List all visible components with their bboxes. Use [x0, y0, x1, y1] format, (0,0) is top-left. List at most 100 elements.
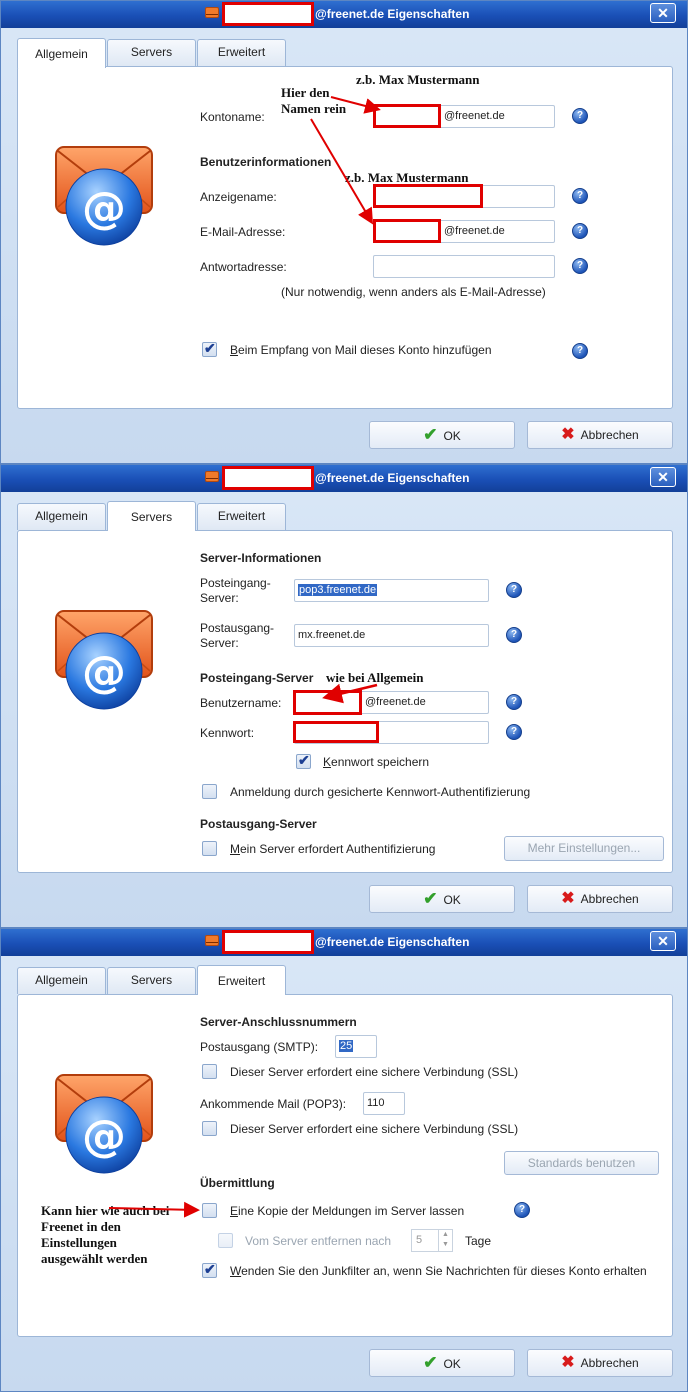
junk-filter-label: Wenden Sie den Junkfilter an, wenn Sie N… — [230, 1264, 647, 1278]
tab-erweitert[interactable]: Erweitert — [197, 503, 286, 530]
checkmark-icon: ✔ — [423, 889, 438, 908]
tab-erweitert[interactable]: Erweitert — [197, 39, 286, 66]
help-icon[interactable]: ? — [506, 694, 522, 710]
mail-envelope-icon — [205, 7, 219, 18]
use-defaults-button[interactable]: Standards benutzen — [504, 1151, 659, 1175]
incoming-server-label: Posteingang-Server: — [200, 576, 271, 605]
ok-button[interactable]: ✔ OK — [369, 1349, 515, 1377]
smtp-auth-label: Mein Server erfordert Authentifizierung — [230, 842, 436, 856]
more-settings-button[interactable]: Mehr Einstellungen... — [504, 836, 664, 861]
remove-after-label: Vom Server entfernen nach — [245, 1234, 392, 1248]
spinner-arrows-icon[interactable]: ▲ ▼ — [438, 1230, 452, 1251]
mail-envelope-icon — [205, 471, 219, 482]
help-icon[interactable]: ? — [506, 627, 522, 643]
annotation-example-name-1: z.b. Max Mustermann — [356, 72, 480, 87]
redacted-email-box — [373, 219, 441, 243]
close-button[interactable]: ✕ — [650, 467, 676, 487]
leave-copy-label: Eine Kopie der Meldungen im Server lasse… — [230, 1204, 465, 1218]
cross-icon: ✖ — [561, 1354, 575, 1371]
reply-address-field[interactable] — [373, 255, 555, 278]
cancel-button[interactable]: ✖ Abbrechen — [527, 421, 673, 449]
delivery-heading: Übermittlung — [200, 1176, 275, 1190]
annotation-can-select-here: Kann hier wie auch bei Freenet in den Ei… — [41, 1203, 170, 1266]
tab-erweitert[interactable]: Erweitert — [197, 965, 286, 995]
outgoing-server-field[interactable]: mx.freenet.de — [294, 624, 489, 647]
remove-after-days-spinner[interactable]: 5 ▲ ▼ — [411, 1229, 453, 1252]
redacted-display-name-box — [373, 184, 483, 208]
redacted-account-name — [222, 2, 314, 26]
help-icon[interactable]: ? — [514, 1202, 530, 1218]
mail-account-icon — [48, 605, 158, 715]
help-icon[interactable]: ? — [572, 223, 588, 239]
ok-button[interactable]: ✔ OK — [369, 421, 515, 449]
email-label: E-Mail-Adresse: — [200, 225, 286, 239]
window-title: @freenet.de Eigenschaften — [315, 935, 470, 949]
cancel-button[interactable]: ✖ Abbrechen — [527, 885, 673, 913]
reply-address-hint: (Nur notwendig, wenn anders als E-Mail-A… — [281, 285, 546, 299]
remember-password-checkbox[interactable] — [296, 752, 311, 769]
spa-checkbox[interactable] — [202, 784, 217, 799]
checkmark-icon: ✔ — [423, 1353, 438, 1372]
tab-allgemein[interactable]: Allgemein — [17, 38, 106, 68]
titlebar[interactable]: @freenet.de Eigenschaften ✕ — [1, 929, 687, 956]
smtp-auth-checkbox[interactable] — [202, 841, 217, 856]
incoming-server-field[interactable]: pop3.freenet.de — [294, 579, 489, 602]
titlebar[interactable]: @freenet.de Eigenschaften ✕ — [1, 465, 687, 492]
redacted-account-name — [222, 930, 314, 954]
mail-account-icon — [48, 1069, 158, 1179]
reply-address-label: Antwortadresse: — [200, 260, 287, 274]
redacted-username-box — [293, 690, 362, 715]
checkmark-icon: ✔ — [423, 425, 438, 444]
close-button[interactable]: ✕ — [650, 3, 676, 23]
ok-button[interactable]: ✔ OK — [369, 885, 515, 913]
dialog-servers: @freenet.de Eigenschaften ✕ Allgemein Se… — [0, 464, 688, 928]
tab-allgemein[interactable]: Allgemein — [17, 503, 106, 530]
cancel-button[interactable]: ✖ Abbrechen — [527, 1349, 673, 1377]
spa-label: Anmeldung durch gesicherte Kennwort-Auth… — [230, 785, 531, 799]
pop3-ssl-checkbox[interactable] — [202, 1121, 217, 1136]
cross-icon: ✖ — [561, 890, 575, 907]
remove-after-checkbox[interactable] — [218, 1233, 233, 1248]
outgoing-server-heading: Postausgang-Server — [200, 817, 317, 831]
include-account-checkbox[interactable] — [202, 340, 217, 357]
close-button[interactable]: ✕ — [650, 931, 676, 951]
pop3-port-label: Ankommende Mail (POP3): — [200, 1097, 347, 1111]
annotation-example-name-2: z.b. Max Mustermann — [345, 170, 469, 185]
username-label: Benutzername: — [200, 696, 282, 710]
help-icon[interactable]: ? — [506, 724, 522, 740]
junk-filter-checkbox[interactable] — [202, 1261, 217, 1278]
smtp-ssl-label: Dieser Server erfordert eine sichere Ver… — [230, 1065, 519, 1079]
window-title: @freenet.de Eigenschaften — [315, 7, 470, 21]
leave-copy-checkbox[interactable] — [202, 1203, 217, 1218]
smtp-ssl-checkbox[interactable] — [202, 1064, 217, 1079]
help-icon[interactable]: ? — [506, 582, 522, 598]
help-icon[interactable]: ? — [572, 343, 588, 359]
cross-icon: ✖ — [561, 426, 575, 443]
window-title: @freenet.de Eigenschaften — [315, 471, 470, 485]
display-name-label: Anzeigename: — [200, 190, 277, 204]
password-label: Kennwort: — [200, 726, 255, 740]
smtp-port-field[interactable]: 25 — [335, 1035, 377, 1058]
dialog-advanced: @freenet.de Eigenschaften ✕ Allgemein Se… — [0, 928, 688, 1392]
dialog-general: @freenet.de Eigenschaften ✕ Allgemein Se… — [0, 0, 688, 464]
help-icon[interactable]: ? — [572, 258, 588, 274]
help-icon[interactable]: ? — [572, 108, 588, 124]
tab-servers[interactable]: Servers — [107, 501, 196, 531]
tab-allgemein[interactable]: Allgemein — [17, 967, 106, 994]
tab-servers[interactable]: Servers — [107, 967, 196, 994]
help-icon[interactable]: ? — [572, 188, 588, 204]
smtp-port-label: Postausgang (SMTP): — [200, 1040, 319, 1054]
remember-password-label: Kennwort speichern — [323, 755, 430, 769]
redacted-password-box — [293, 721, 379, 743]
port-heading: Server-Anschlussnummern — [200, 1015, 357, 1029]
redacted-name-box — [373, 104, 441, 128]
include-account-label: Beim Empfang von Mail dieses Konto hinzu… — [230, 343, 492, 357]
pop3-port-field[interactable]: 110 — [363, 1092, 405, 1115]
server-info-heading: Server-Informationen — [200, 551, 322, 565]
days-label: Tage — [465, 1234, 492, 1248]
user-info-heading: Benutzerinformationen — [200, 155, 332, 169]
titlebar[interactable]: @freenet.de Eigenschaften ✕ — [1, 1, 687, 28]
annotation-same-as-general: wie bei Allgemein — [326, 670, 424, 685]
redacted-account-name — [222, 466, 314, 490]
tab-servers[interactable]: Servers — [107, 39, 196, 66]
